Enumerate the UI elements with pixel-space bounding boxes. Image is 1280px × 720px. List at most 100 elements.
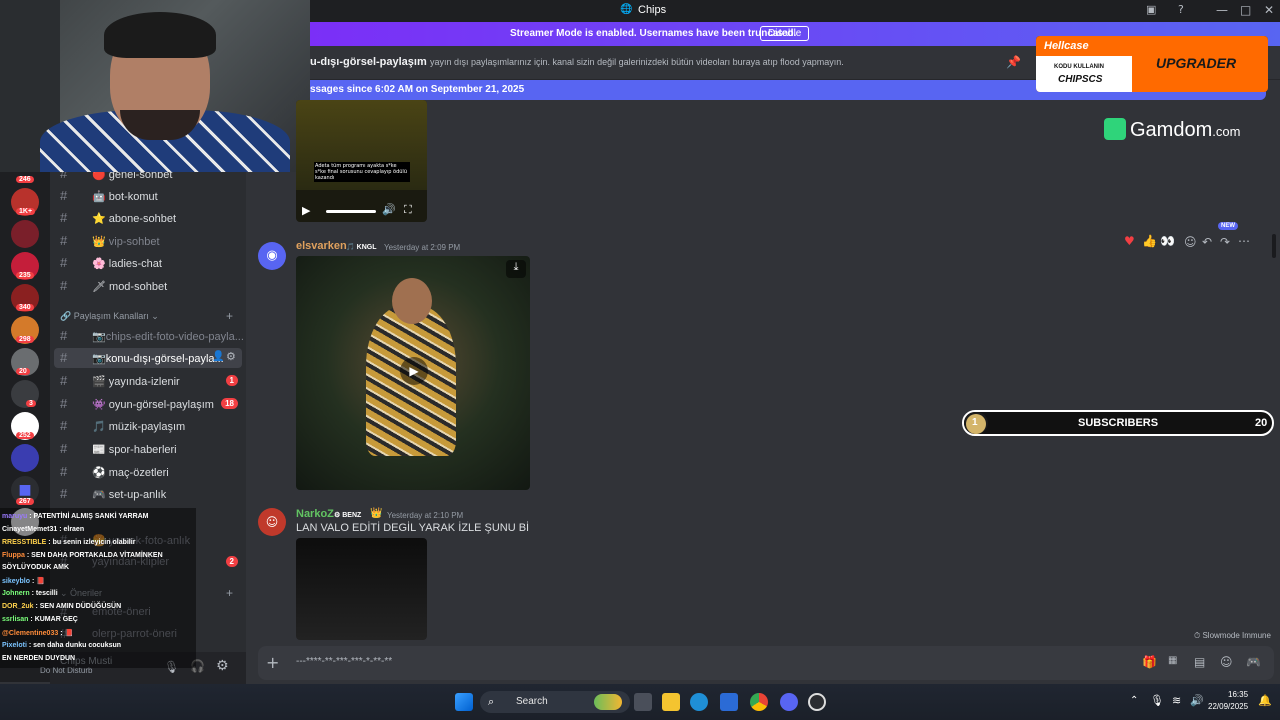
disable-streamer-mode-button[interactable]: Disable — [760, 26, 810, 41]
category-paylasim[interactable]: 🔗 Paylaşım Kanalları ⌄ — [60, 311, 159, 322]
server-badge: 267 — [16, 498, 34, 505]
message-list: Adeta tüm programı ayakta s*ke s*ke fina… — [248, 100, 1280, 640]
subscriber-label: SUBSCRIBERS — [1078, 417, 1159, 429]
channel-item[interactable]: # 📷chips-edit-foto-video-payla... — [50, 326, 246, 346]
heart-reaction-icon[interactable]: ♥ — [1124, 234, 1135, 248]
channel-item[interactable]: # ⭐ abone-sohbet — [50, 208, 246, 228]
add-channel-icon[interactable]: + — [226, 586, 233, 600]
channel-item[interactable]: # 🎮 set-up-anlık — [50, 484, 246, 504]
volume-slider[interactable] — [326, 210, 376, 213]
add-reaction-icon[interactable]: ☺ — [1184, 235, 1197, 249]
server-badge: 252 — [16, 432, 34, 439]
channel-item[interactable]: # 🌸 ladies-chat — [50, 253, 246, 273]
file-explorer-icon[interactable] — [662, 693, 680, 711]
discord-taskbar-icon[interactable] — [780, 693, 798, 711]
maximize-button[interactable]: □ — [1240, 3, 1251, 17]
minimize-button[interactable]: — — [1216, 3, 1228, 17]
help-icon[interactable]: ? — [1178, 3, 1184, 16]
hash-icon: # — [60, 441, 68, 456]
guild-tag[interactable]: ⚙ BENZ — [334, 511, 361, 519]
channel-name: 👑 vip-sohbet — [92, 236, 160, 248]
hash-icon: # — [60, 418, 68, 433]
gift-icon[interactable]: 🎁 — [1142, 655, 1157, 669]
guild-tag[interactable]: 🎵 KNGL — [346, 243, 377, 251]
close-button[interactable]: ✕ — [1264, 3, 1274, 17]
inbox-icon[interactable]: ▣ — [1146, 3, 1156, 16]
user-avatar[interactable]: ☺ — [258, 508, 286, 536]
sticker-icon[interactable]: ▤ — [1194, 655, 1205, 669]
scrollbar-thumb[interactable] — [1272, 234, 1276, 258]
windows-taskbar: ⌕ Search ⌃ 🎙 ≋ 🔊 16:35 22/09/2025 🔔 — [0, 684, 1280, 720]
obs-icon[interactable] — [808, 693, 826, 711]
task-view-icon[interactable] — [634, 693, 652, 711]
channel-topic[interactable]: yayın dışı paylaşımlarınız için. kanal s… — [430, 57, 844, 67]
notification-icon[interactable]: 🔔 — [1258, 694, 1272, 707]
gear-icon[interactable]: ⚙ — [226, 350, 236, 363]
gif-icon[interactable]: ▦ — [1168, 655, 1177, 666]
windows-start-icon[interactable] — [455, 693, 473, 711]
more-options-icon[interactable]: ⋯ — [1238, 234, 1250, 248]
server-badge: 298 — [16, 336, 34, 343]
wifi-icon[interactable]: ≋ — [1172, 694, 1181, 707]
message-content: LAN VALO EDİTİ DEGİL YARAK İZLE ŞUNU Bİ — [296, 522, 530, 534]
channel-item[interactable]: # 📰 spor-haberleri — [50, 439, 246, 459]
channel-item-active[interactable]: # 📷konu-dışı-görsel-payla... 👤 ⚙ — [54, 348, 242, 368]
video-attachment[interactable]: ▶ ⤓ — [296, 256, 530, 490]
play-icon[interactable]: ▶ — [302, 204, 310, 217]
apps-icon[interactable]: 🎮 — [1246, 655, 1261, 669]
chat-message: maruyu : PATENTİNİ ALMIŞ SANKİ YARRAM — [2, 513, 149, 520]
video-attachment[interactable] — [296, 538, 427, 640]
attach-plus-icon[interactable]: + — [266, 653, 279, 672]
taskbar-search[interactable]: ⌕ Search — [480, 691, 630, 713]
emoji-icon[interactable]: ☺ — [1220, 655, 1233, 669]
reply-icon[interactable]: ↶ — [1202, 235, 1212, 249]
edge-icon[interactable] — [690, 693, 708, 711]
message-composer: + ---****-**-***-***-*-**-** 🎁 ▦ ▤ ☺ 🎮 — [258, 646, 1274, 680]
add-channel-icon[interactable]: + — [226, 309, 233, 323]
message-timestamp: Yesterday at 2:09 PM — [384, 243, 461, 252]
thumbs-up-reaction-icon[interactable]: 👍 — [1142, 234, 1157, 248]
download-icon[interactable]: ⤓ — [506, 260, 526, 278]
eyes-reaction-icon[interactable]: 👀 — [1160, 234, 1175, 248]
upgrader-text: UPGRADER — [1156, 55, 1237, 71]
volume-icon[interactable]: 🔊 — [382, 203, 396, 216]
channel-item[interactable]: # 👾 oyun-görsel-paylaşım 18 — [50, 394, 246, 414]
settings-gear-icon[interactable]: ⚙ — [216, 658, 229, 674]
discord-avatar-icon[interactable]: ◉ — [258, 242, 286, 270]
forward-icon[interactable]: ↷ — [1220, 235, 1230, 249]
server-icon[interactable] — [11, 444, 39, 472]
volume-tray-icon[interactable]: 🔊 — [1190, 694, 1204, 707]
chrome-icon[interactable] — [750, 693, 768, 711]
channel-title: u-dışı-görsel-paylaşım — [310, 56, 427, 68]
fullscreen-icon[interactable]: ⛶ — [404, 203, 412, 217]
channel-item[interactable]: # 🗡 mod-sohbet — [50, 276, 246, 296]
chat-message: SÖYLÜYODUK AMK — [2, 564, 70, 571]
gamdom-logo: Gamdom.com — [1104, 118, 1240, 142]
unread-badge: 18 — [221, 398, 238, 409]
store-icon[interactable] — [720, 693, 738, 711]
tray-chevron-icon[interactable]: ⌃ — [1130, 695, 1138, 706]
taskbar-clock[interactable]: 16:35 22/09/2025 — [1208, 689, 1248, 713]
clock-time: 16:35 — [1228, 690, 1249, 699]
play-icon[interactable]: ▶ — [400, 357, 428, 385]
unread-badge: 1 — [225, 375, 238, 386]
channel-item[interactable]: # 🤖 bot-komut — [50, 186, 246, 206]
channel-name: ⭐ abone-sohbet — [92, 213, 177, 225]
message-input[interactable]: ---****-**-***-***-*-**-** — [296, 656, 392, 667]
tray-mic-icon[interactable]: 🎙 — [1150, 694, 1164, 707]
server-icon[interactable] — [11, 220, 39, 248]
invite-icon[interactable]: 👤 — [212, 351, 224, 362]
pin-icon[interactable]: 📌 — [1006, 55, 1021, 69]
message-actions-toolbar: ♥ 👍 👀 ☺ ↶ ↷ ⋯ NEW — [1124, 222, 1254, 254]
channel-item[interactable]: # 🎵 müzik-paylaşım — [50, 416, 246, 436]
video-attachment[interactable]: Adeta tüm programı ayakta s*ke s*ke fina… — [296, 100, 427, 222]
message-author[interactable]: NarkoZ — [296, 508, 334, 520]
hash-icon: # — [60, 278, 68, 293]
server-badge: 340 — [16, 304, 34, 311]
message-author[interactable]: elsvarken — [296, 240, 347, 252]
slowmode-indicator: ⏱ Slowmode Immune — [1194, 631, 1271, 640]
channel-item[interactable]: # ⚽ maç-özetleri — [50, 462, 246, 482]
subscriber-goal: 20 — [1255, 417, 1268, 429]
channel-item[interactable]: # 👑 vip-sohbet — [50, 231, 246, 251]
channel-item[interactable]: # 🎬 yayında-izlenir 1 — [50, 371, 246, 391]
